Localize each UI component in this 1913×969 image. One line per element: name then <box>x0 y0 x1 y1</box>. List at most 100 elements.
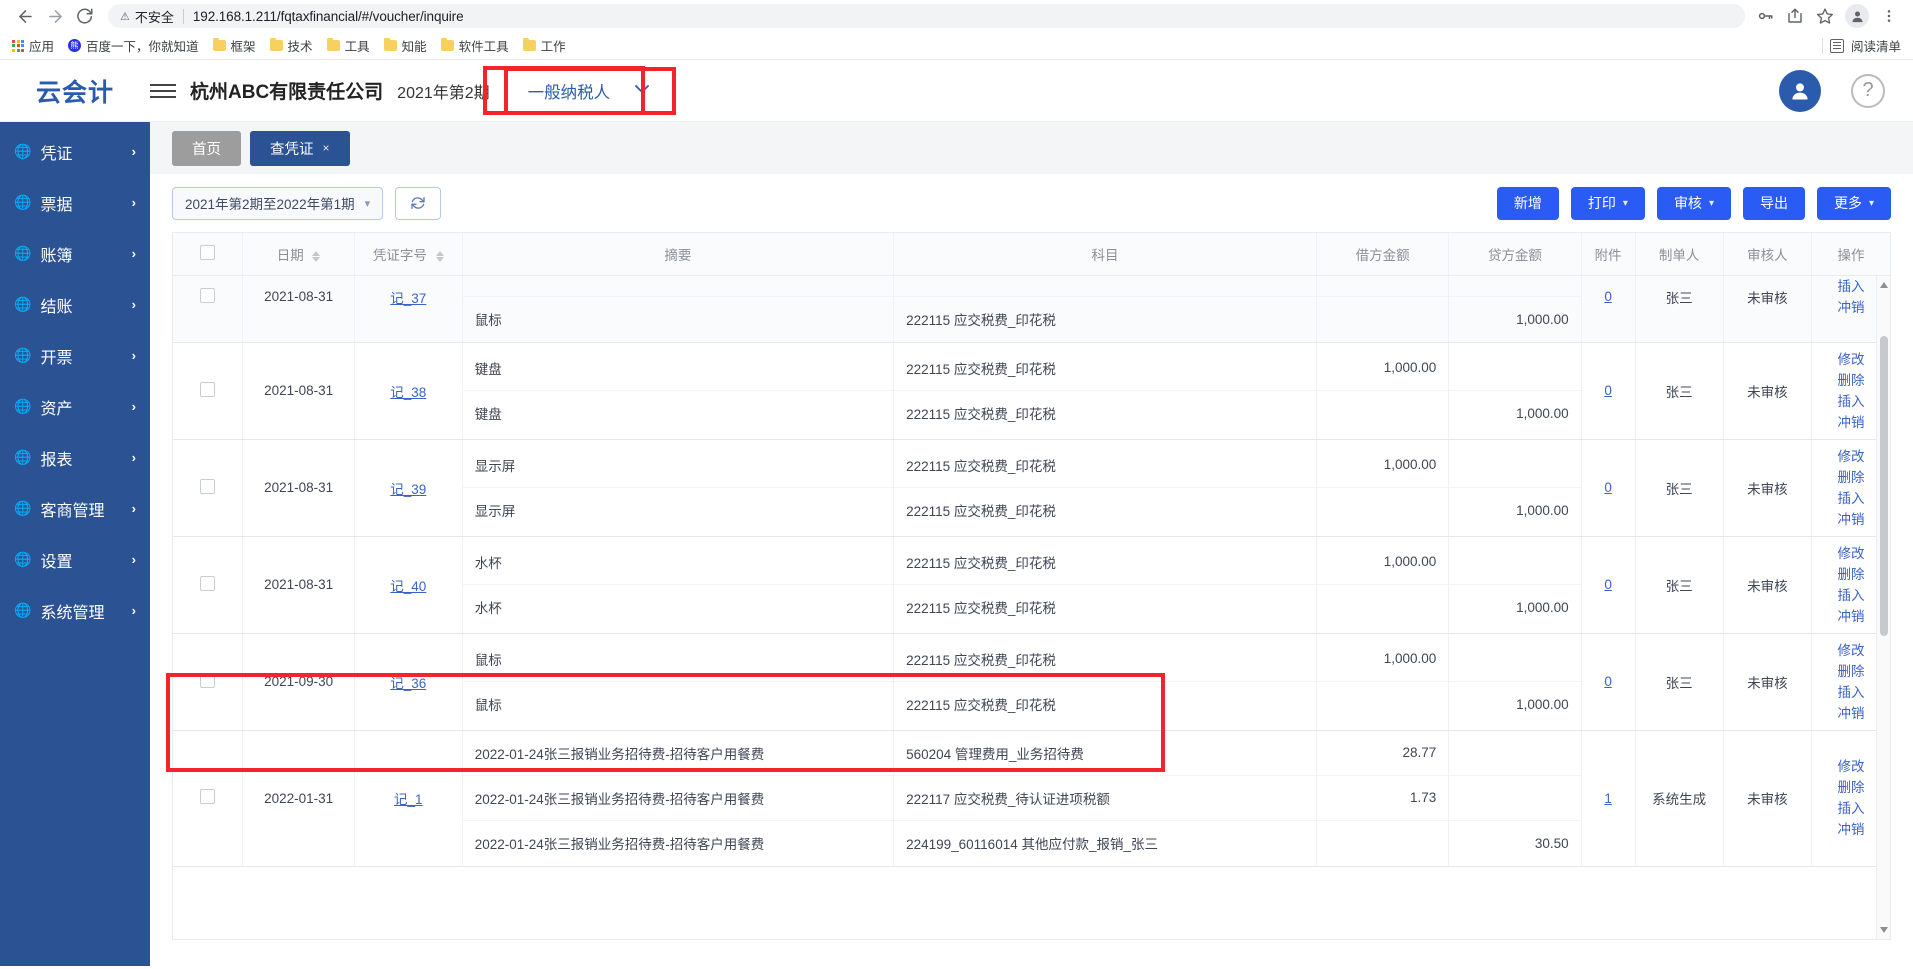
table-row[interactable]: 2021-08-31 记_37 鼠标 222115 应交税费_印花税 1,000… <box>173 275 1890 343</box>
sidebar-item-assets[interactable]: 🌐 资产 › <box>0 381 150 432</box>
scroll-up-icon[interactable] <box>1880 281 1888 288</box>
col-voucher-no[interactable]: 凭证字号 <box>354 233 463 276</box>
row-debit-lines: 1,000.00 <box>1316 536 1450 634</box>
attachment-link[interactable]: 0 <box>1604 480 1612 495</box>
voucher-link[interactable]: 记_36 <box>390 676 426 691</box>
bookmark-folder-2[interactable]: 技术 <box>269 36 313 55</box>
table-vertical-scrollbar[interactable] <box>1876 275 1890 939</box>
subject-line: 222115 应交税费_印花税 <box>894 346 1316 391</box>
sidebar-item-label: 设置 <box>40 553 73 571</box>
row-voucher-no[interactable]: 记_1 <box>354 730 463 867</box>
forward-arrow-icon[interactable] <box>40 1 70 31</box>
sidebar-item-vouchers[interactable]: 🌐 凭证 › <box>0 126 150 177</box>
select-all-checkbox[interactable] <box>200 244 216 260</box>
share-icon[interactable] <box>1781 2 1809 30</box>
back-arrow-icon[interactable] <box>10 1 40 31</box>
voucher-link[interactable]: 记_40 <box>390 579 426 594</box>
column-label: 借方金额 <box>1355 247 1410 263</box>
accounting-period: 2021年第2期 <box>397 84 490 102</box>
table-row[interactable]: 2021-09-30 记_36 鼠标 鼠标 222115 应交税费_印花税 22… <box>173 633 1890 731</box>
bookmark-folder-4[interactable]: 知能 <box>383 36 427 55</box>
sort-icon[interactable] <box>435 250 444 262</box>
bookmark-folder-6[interactable]: 工作 <box>522 36 566 55</box>
row-voucher-no[interactable]: 记_40 <box>354 536 463 634</box>
row-attachment[interactable]: 0 <box>1581 342 1636 440</box>
bookmark-folder-3[interactable]: 工具 <box>326 36 370 55</box>
sidebar-item-system-management[interactable]: 🌐 系统管理 › <box>0 585 150 636</box>
row-checkbox[interactable] <box>200 478 216 494</box>
row-attachment[interactable]: 0 <box>1581 439 1636 537</box>
reload-icon[interactable] <box>70 1 100 31</box>
col-actions: 操作 <box>1811 233 1890 276</box>
row-voucher-no[interactable]: 记_39 <box>354 439 463 537</box>
summary-line: 键盘 <box>462 346 894 391</box>
voucher-link[interactable]: 记_1 <box>394 792 423 807</box>
sidebar-item-bills[interactable]: 🌐 票据 › <box>0 177 150 228</box>
address-bar[interactable]: ⚠ 不安全 192.168.1.211/fqtaxfinancial/#/vou… <box>108 4 1745 28</box>
attachment-link[interactable]: 0 <box>1604 383 1612 398</box>
scroll-down-icon[interactable] <box>1880 927 1888 933</box>
row-auditor: 未审核 <box>1723 342 1813 440</box>
sidebar-item-closing[interactable]: 🌐 结账 › <box>0 279 150 330</box>
sidebar-item-ledger[interactable]: 🌐 账簿 › <box>0 228 150 279</box>
sidebar-item-settings[interactable]: 🌐 设置 › <box>0 534 150 585</box>
sidebar-item-reports[interactable]: 🌐 报表 › <box>0 432 150 483</box>
more-button[interactable]: 更多 ▾ <box>1816 186 1891 220</box>
profile-avatar-icon[interactable] <box>1845 4 1869 28</box>
bookmark-baidu[interactable]: 熊 百度一下，你就知道 <box>68 36 199 55</box>
col-date[interactable]: 日期 <box>242 233 355 276</box>
bookmark-folder-5[interactable]: 软件工具 <box>440 36 509 55</box>
voucher-link[interactable]: 记_38 <box>390 385 426 400</box>
row-voucher-no[interactable]: 记_36 <box>354 633 463 731</box>
table-row[interactable]: 2021-08-31 记_40 水杯 水杯 222115 应交税费_印花税 22… <box>173 536 1890 634</box>
sidebar-item-customer-management[interactable]: 🌐 客商管理 › <box>0 483 150 534</box>
row-voucher-no[interactable]: 记_38 <box>354 342 463 440</box>
print-button[interactable]: 打印 ▾ <box>1570 186 1645 220</box>
add-button[interactable]: 新增 <box>1496 186 1559 220</box>
tab-view-voucher[interactable]: 查凭证 × <box>250 130 350 166</box>
sort-icon[interactable] <box>312 250 321 262</box>
row-attachment[interactable]: 1 <box>1581 730 1636 867</box>
close-icon[interactable]: × <box>323 141 330 155</box>
audit-button[interactable]: 审核 ▾ <box>1656 186 1731 220</box>
row-attachment[interactable]: 0 <box>1581 536 1636 634</box>
user-avatar-icon[interactable] <box>1779 69 1821 112</box>
row-attachment[interactable]: 0 <box>1581 633 1636 731</box>
voucher-link[interactable]: 记_37 <box>390 291 426 306</box>
row-checkbox[interactable] <box>200 287 216 303</box>
row-checkbox[interactable] <box>200 672 216 688</box>
table-row[interactable]: 2021-08-31 记_39 显示屏 显示屏 222115 应交税费_印花税 … <box>173 439 1890 537</box>
bookmark-star-icon[interactable] <box>1811 2 1839 30</box>
export-button[interactable]: 导出 <box>1742 186 1805 220</box>
tab-home[interactable]: 首页 <box>172 130 241 166</box>
scrollbar-thumb[interactable] <box>1880 335 1888 636</box>
refresh-button[interactable] <box>395 186 442 220</box>
hamburger-icon[interactable] <box>150 83 176 98</box>
insecure-warning-icon: ⚠ <box>120 10 130 23</box>
bookmark-folder-1[interactable]: 框架 <box>212 36 256 55</box>
attachment-link[interactable]: 0 <box>1604 577 1612 592</box>
row-voucher-no[interactable]: 记_37 <box>354 275 463 343</box>
table-row[interactable]: 2021-08-31 记_38 键盘 键盘 222115 应交税费_印花税 22… <box>173 342 1890 440</box>
reading-list-area[interactable]: 阅读清单 <box>1821 36 1901 55</box>
row-attachment[interactable]: 0 <box>1581 275 1636 343</box>
debit-line: 28.77 <box>1316 731 1449 776</box>
bookmark-apps[interactable]: 应用 <box>12 36 54 55</box>
row-checkbox[interactable] <box>200 575 216 591</box>
sidebar-item-invoicing[interactable]: 🌐 开票 › <box>0 330 150 381</box>
row-checkbox[interactable] <box>200 381 216 397</box>
table-row[interactable]: 2022-01-31 记_1 2022-01-24张三报销业务招待费-招待客户用… <box>173 730 1890 867</box>
row-checkbox[interactable] <box>200 789 216 804</box>
col-credit: 贷方金额 <box>1448 233 1582 276</box>
summary-line: 水杯 <box>462 540 894 585</box>
debit-line <box>1317 488 1448 533</box>
password-key-icon[interactable] <box>1751 2 1779 30</box>
attachment-link[interactable]: 0 <box>1604 289 1612 304</box>
voucher-link[interactable]: 记_39 <box>390 482 426 497</box>
taxpayer-type-selector[interactable]: 一般纳税人 <box>503 66 677 115</box>
help-question-icon[interactable]: ? <box>1851 73 1885 108</box>
attachment-link[interactable]: 0 <box>1604 674 1612 689</box>
chrome-menu-icon[interactable] <box>1875 2 1903 30</box>
period-range-select[interactable]: 2021年第2期至2022年第1期 ▾ <box>172 186 384 220</box>
attachment-link[interactable]: 1 <box>1604 791 1612 806</box>
